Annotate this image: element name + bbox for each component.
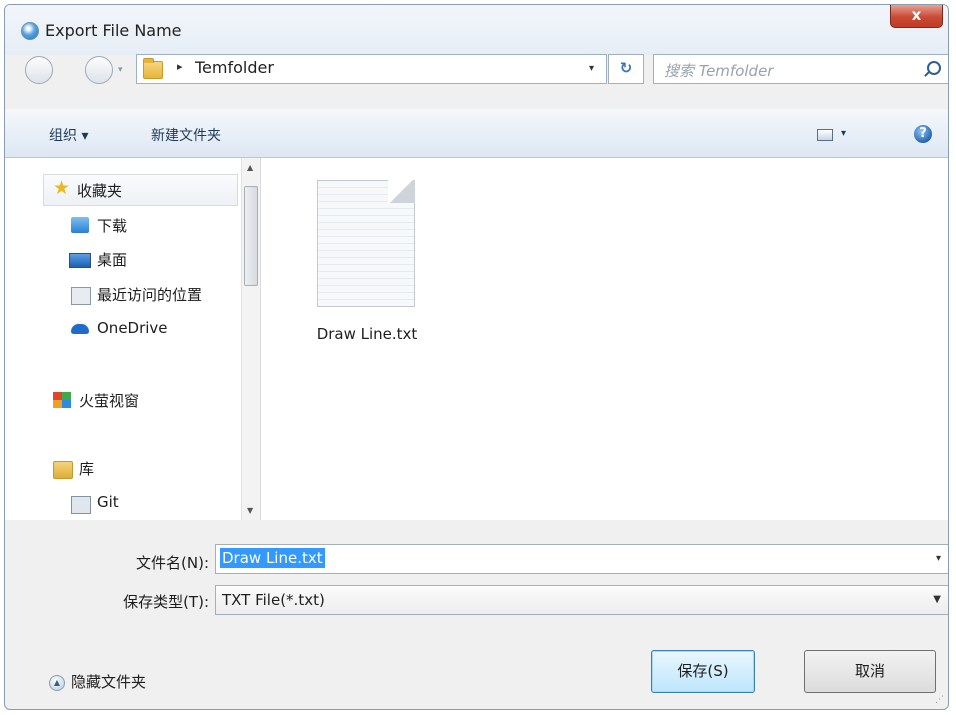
search-placeholder: 搜索 Temfolder: [664, 62, 774, 80]
navigation-scrollbar[interactable]: ▲ ▼: [241, 158, 260, 520]
export-dialog: Export File Name x ▾ ▸ Temfolder ▾ ↻ 搜索 …: [4, 4, 949, 710]
address-bar[interactable]: ▸ Temfolder ▾: [136, 54, 607, 84]
refresh-button[interactable]: ↻: [608, 54, 644, 84]
filename-label: 文件名(N):: [136, 554, 209, 572]
globe-app-icon: [21, 22, 39, 40]
sidebar-item-onedrive[interactable]: OneDrive: [97, 319, 168, 337]
breadcrumb-separator[interactable]: ▸: [177, 60, 183, 73]
file-list-area[interactable]: Draw Line.txt: [261, 158, 948, 520]
filename-field[interactable]: Draw Line.txt ▾: [215, 544, 948, 574]
resize-grip-icon[interactable]: ⋰: [935, 695, 944, 705]
recent-places-icon: [71, 287, 91, 305]
file-name-label: Draw Line.txt: [316, 325, 418, 343]
sidebar-item-desktop[interactable]: 桌面: [97, 249, 127, 270]
save-type-dropdown-arrow[interactable]: ▼: [933, 594, 941, 605]
view-options-dropdown[interactable]: ▾: [841, 128, 846, 139]
help-icon[interactable]: ?: [914, 125, 932, 143]
save-type-label: 保存类型(T):: [123, 593, 209, 611]
sidebar-item-library[interactable]: 库: [79, 458, 94, 479]
sidebar-item-git[interactable]: Git: [97, 493, 119, 511]
new-folder-button[interactable]: 新建文件夹: [151, 125, 221, 145]
organize-menu[interactable]: 组织 ▾: [49, 125, 88, 145]
sidebar-item-downloads[interactable]: 下载: [97, 215, 127, 236]
save-type-value: TXT File(*.txt): [222, 591, 325, 609]
recent-locations-dropdown[interactable]: ▾: [118, 65, 123, 75]
close-button[interactable]: x: [890, 5, 943, 28]
app-tiles-icon: [53, 392, 71, 408]
scroll-thumb[interactable]: [244, 186, 258, 286]
search-icon[interactable]: [927, 61, 941, 75]
save-type-select[interactable]: TXT File(*.txt) ▼: [215, 585, 948, 615]
library-icon: [53, 461, 73, 479]
filename-dropdown-arrow[interactable]: ▾: [936, 553, 941, 564]
command-toolbar: 组织 ▾ 新建文件夹 ▾ ?: [5, 109, 948, 158]
folder-icon: [143, 58, 163, 79]
window-title: Export File Name: [45, 21, 182, 40]
breadcrumb-temfolder[interactable]: Temfolder: [195, 58, 274, 77]
search-input[interactable]: 搜索 Temfolder: [653, 54, 948, 84]
star-icon: ★: [53, 177, 71, 199]
forward-button[interactable]: [85, 56, 113, 84]
title-bar: Export File Name x: [5, 5, 948, 55]
navigation-pane: ★ 收藏夹 下载 桌面 最近访问的位置 OneDrive 火萤视窗 库 Git: [5, 158, 261, 520]
address-dropdown-arrow[interactable]: ▾: [589, 63, 594, 74]
filename-value[interactable]: Draw Line.txt: [220, 548, 325, 568]
onedrive-icon: [71, 324, 89, 334]
hide-folders-toggle[interactable]: 隐藏文件夹: [71, 671, 146, 692]
scroll-up-arrow[interactable]: ▲: [247, 163, 253, 172]
sidebar-item-recent[interactable]: 最近访问的位置: [97, 284, 202, 305]
change-view-icon[interactable]: [817, 129, 833, 141]
page-fold-corner: [388, 180, 415, 203]
scroll-down-arrow[interactable]: ▼: [247, 506, 253, 515]
favorites-highlight: [43, 174, 238, 206]
desktop-icon: [69, 253, 91, 268]
collapse-arrow-icon[interactable]: ▲: [49, 675, 65, 691]
download-folder-icon: [71, 217, 89, 233]
save-button[interactable]: 保存(S): [651, 650, 755, 693]
back-button[interactable]: [25, 56, 53, 84]
git-icon: [71, 496, 91, 514]
sidebar-item-firefly[interactable]: 火萤视窗: [79, 390, 139, 411]
sidebar-item-favorites[interactable]: 收藏夹: [77, 180, 122, 201]
cancel-button[interactable]: 取消: [804, 650, 936, 693]
